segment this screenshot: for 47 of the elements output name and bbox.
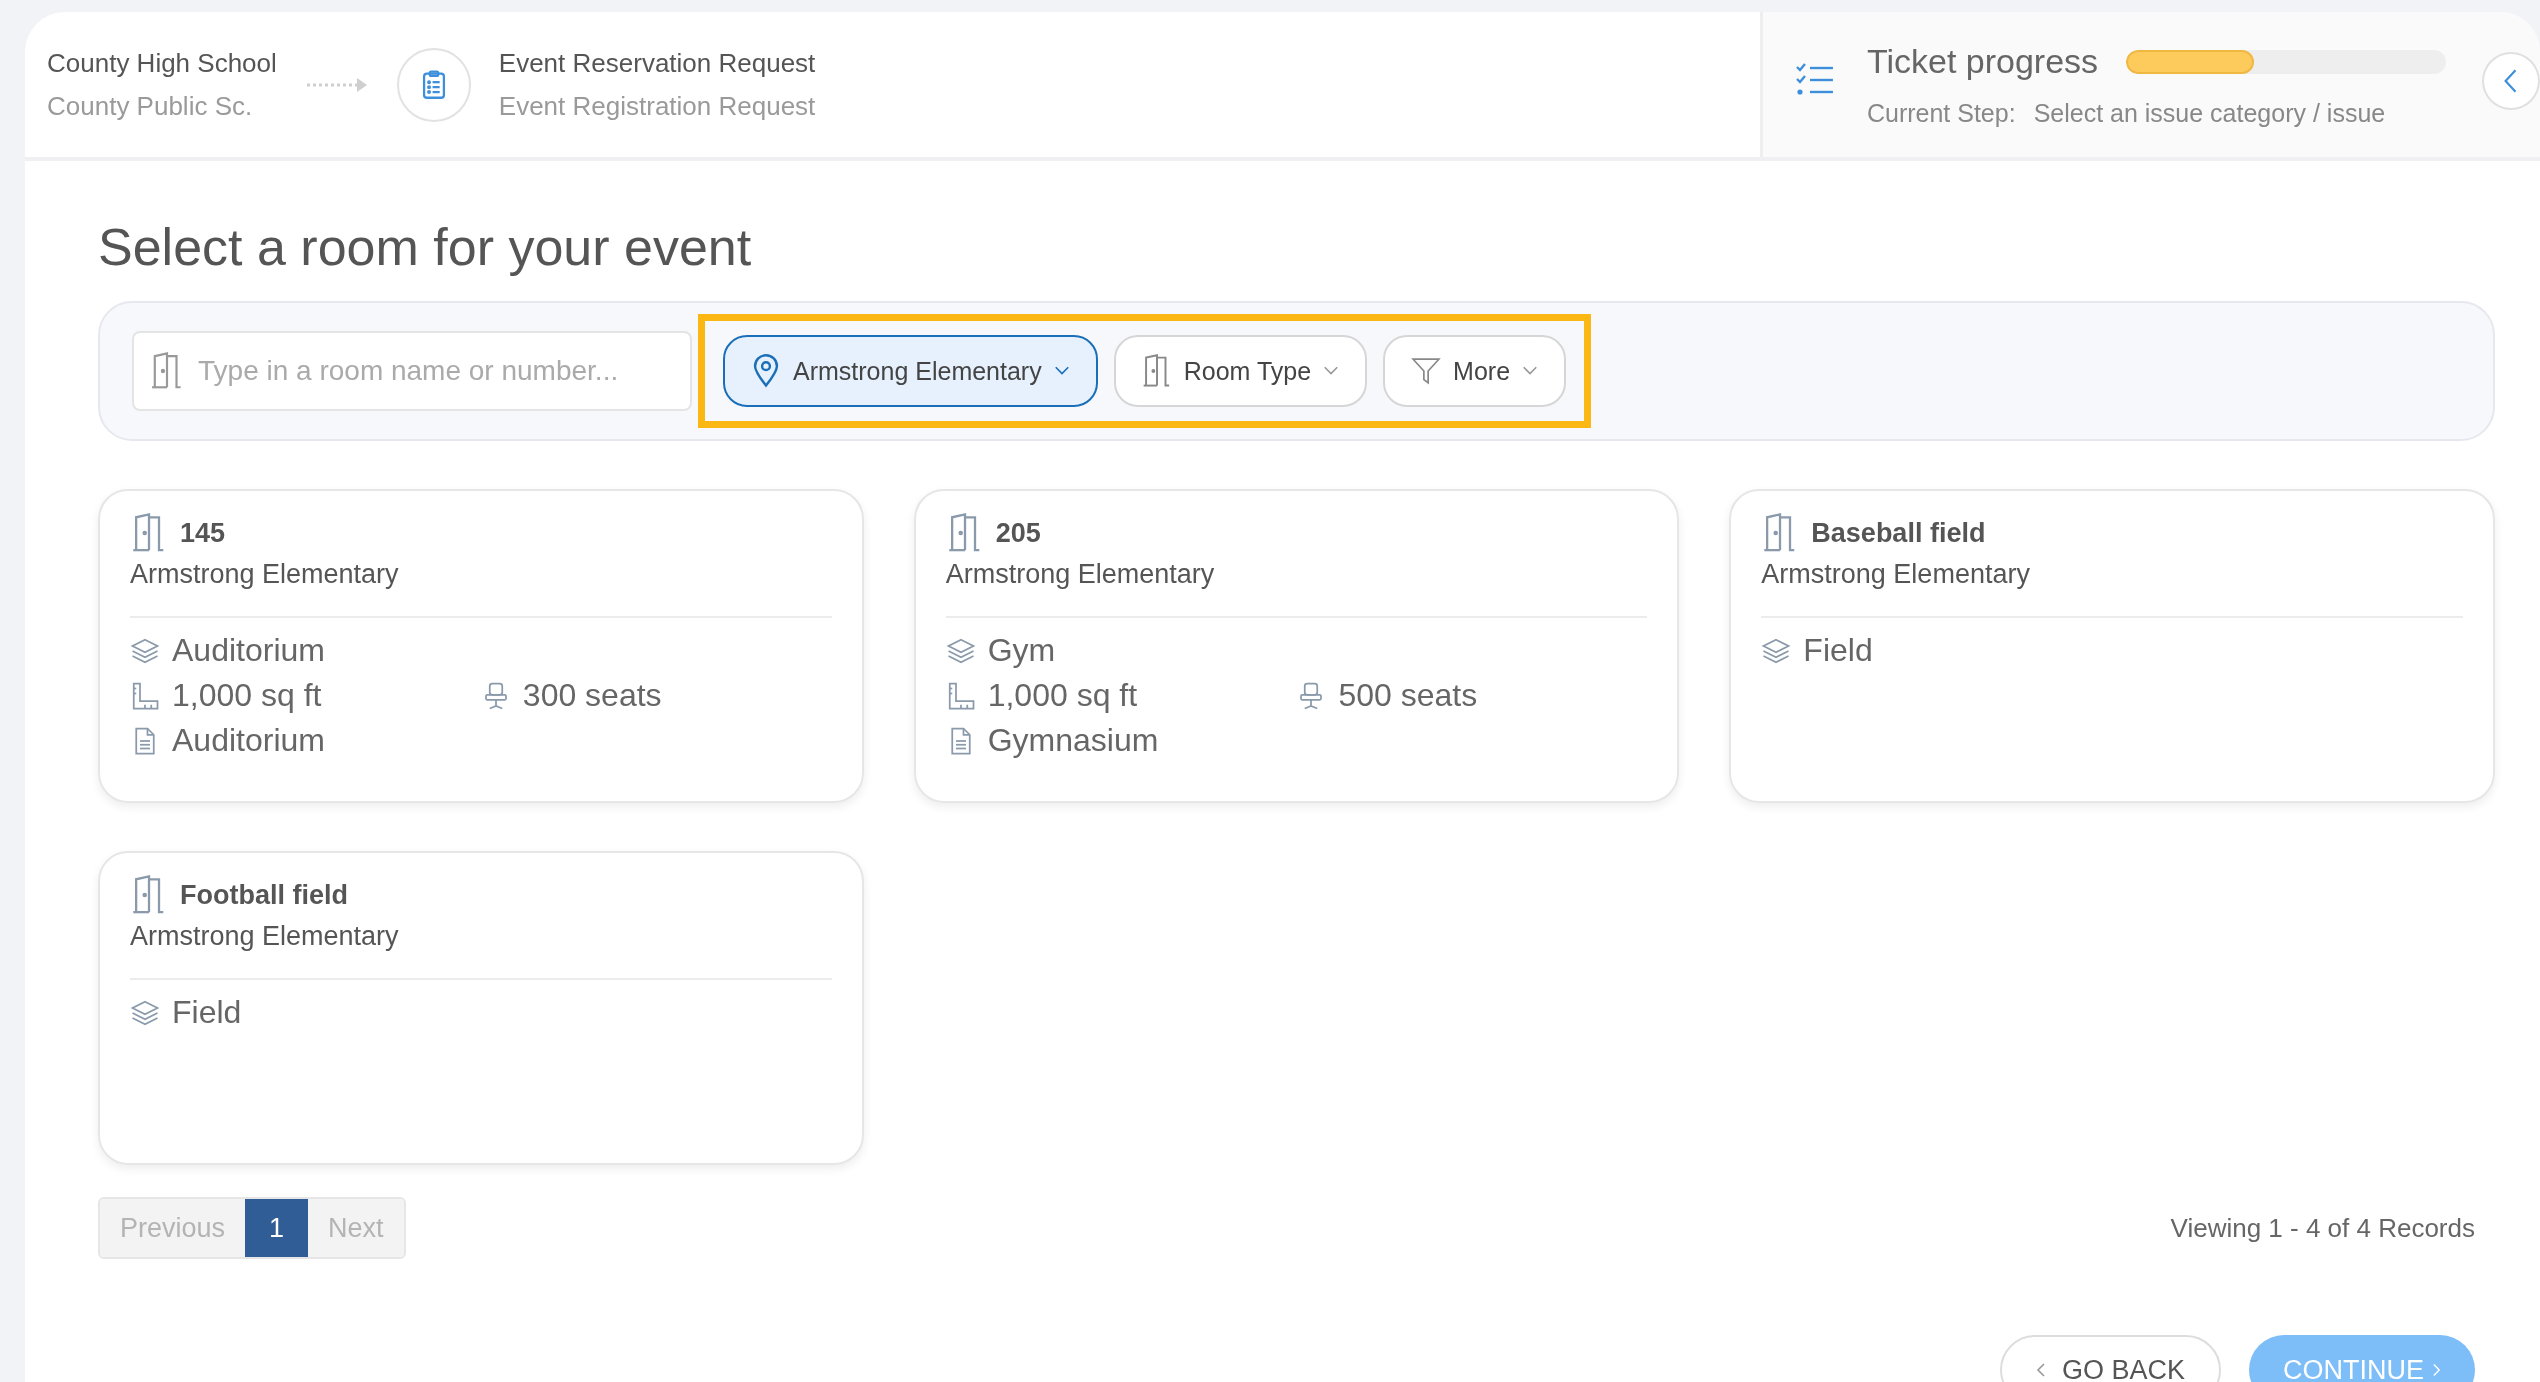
room-name: Football field — [180, 879, 348, 911]
room-category: Field — [172, 994, 242, 1031]
current-step-label: Current Step: — [1866, 99, 2016, 128]
caret-icon — [1053, 366, 1070, 376]
room-card[interactable]: 145 Armstrong Elementary Auditorium 1,000 sq ft 300 seats Auditorium — [98, 489, 864, 803]
chevron-left-icon — [2035, 1362, 2046, 1378]
chevron-right-icon — [2432, 1362, 2441, 1378]
go-back-button[interactable]: GO BACK — [1999, 1335, 2221, 1382]
breadcrumb-school-sub: County Public Sc. — [47, 90, 254, 122]
room-card[interactable]: Football field Armstrong Elementary Field — [98, 851, 864, 1165]
page-title: Select a room for your event — [98, 217, 753, 278]
room-filter-button[interactable]: Room Type — [1113, 335, 1368, 407]
room-location: Armstrong Elementary — [130, 559, 400, 590]
records-count: Viewing 1 - 4 of 4 Records — [2170, 1212, 2475, 1244]
room-location: Armstrong Elementary — [130, 921, 400, 952]
room-search-field[interactable]: Type in a room name or number... — [132, 331, 692, 411]
map-pin-icon — [751, 354, 781, 388]
current-step-value: Select an issue category / issue — [2033, 99, 2386, 128]
caret-icon — [1323, 366, 1340, 376]
room-card[interactable]: 205 Armstrong Elementary Gym 1,000 sq ft 500 seats Gymnasium — [913, 489, 1680, 803]
room-name: 205 — [995, 517, 1041, 549]
request-title: Event Reservation Request — [498, 47, 816, 79]
ruler-icon — [130, 680, 160, 711]
room-seats: 500 seats — [1338, 677, 1478, 714]
room-area: 1,000 sq ft — [987, 677, 1138, 714]
room-name: 145 — [180, 517, 226, 549]
filter-filter-button[interactable]: More — [1383, 335, 1567, 407]
room-area: 1,000 sq ft — [172, 677, 322, 714]
room-type: Auditorium — [172, 722, 325, 759]
room-category: Auditorium — [172, 632, 325, 669]
room-category: Field — [1803, 632, 1873, 669]
door-icon — [1141, 354, 1172, 388]
room-location: Armstrong Elementary — [945, 559, 1216, 590]
room-seats: 300 seats — [522, 677, 662, 714]
room-location: Armstrong Elementary — [1761, 559, 2031, 590]
breadcrumb-school[interactable]: County High School — [47, 47, 277, 79]
room-name: Baseball field — [1811, 517, 1986, 549]
clipboard-icon — [396, 47, 471, 122]
ticket-progress-title: Ticket progress — [1866, 42, 2099, 81]
room-category: Gym — [987, 632, 1056, 669]
room-card[interactable]: Baseball field Armstrong Elementary Field — [1729, 489, 2495, 803]
door-icon — [150, 352, 184, 390]
caret-icon — [1522, 366, 1539, 376]
request-subtitle: Event Registration Request — [498, 90, 816, 122]
page-number-button[interactable]: 1 — [245, 1199, 309, 1257]
location-filter-button[interactable]: Armstrong Elementary — [723, 335, 1098, 407]
room-type: Gymnasium — [987, 722, 1159, 759]
